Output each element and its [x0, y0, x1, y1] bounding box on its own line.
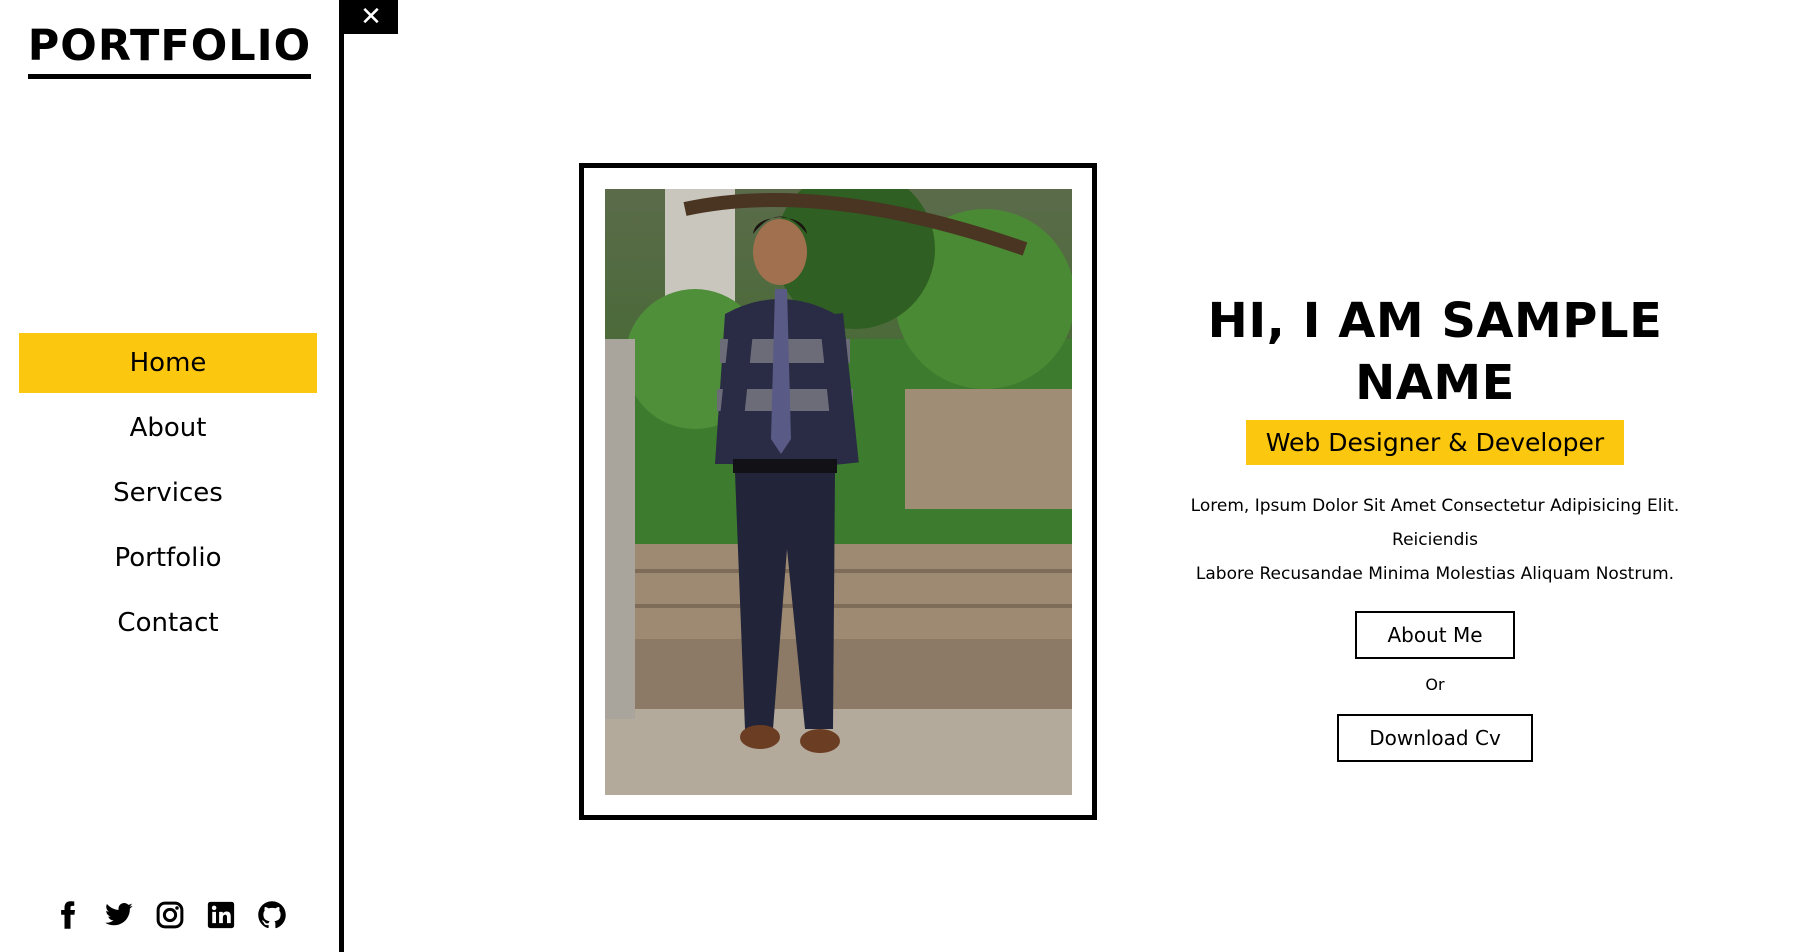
nav-item-label: Portfolio	[114, 543, 222, 573]
nav-item-home[interactable]: Home	[19, 333, 317, 393]
hero-intro: HI, I AM SAMPLE NAME Web Designer & Deve…	[1130, 290, 1740, 762]
nav-item-portfolio[interactable]: Portfolio	[19, 528, 317, 588]
social-links	[0, 900, 339, 930]
about-me-button[interactable]: About Me	[1355, 611, 1515, 659]
close-sidebar-button[interactable]: ✕	[344, 0, 398, 34]
hero-title: HI, I AM SAMPLE NAME	[1207, 293, 1663, 411]
github-icon[interactable]	[257, 900, 287, 930]
nav-item-label: Services	[113, 478, 223, 508]
sidebar: PORTFOLIO Home About Services Portfolio …	[0, 0, 344, 952]
main-nav: Home About Services Portfolio Contact	[19, 333, 317, 658]
linkedin-icon[interactable]	[206, 900, 236, 930]
nav-item-label: About	[129, 413, 207, 443]
close-icon: ✕	[360, 2, 382, 32]
facebook-icon[interactable]	[53, 900, 83, 930]
brand-logo[interactable]: PORTFOLIO	[27, 22, 312, 79]
profile-photo	[605, 189, 1072, 795]
or-separator: Or	[1425, 675, 1445, 694]
profile-photo-frame	[579, 163, 1097, 820]
nav-item-label: Home	[129, 348, 207, 378]
instagram-icon[interactable]	[155, 900, 185, 930]
hero-description-line: Labore Recusandae Minima Molestias Aliqu…	[1195, 564, 1675, 584]
nav-item-contact[interactable]: Contact	[19, 593, 317, 653]
role-badge: Web Designer & Developer	[1245, 420, 1625, 465]
hero-description-line: Lorem, Ipsum Dolor Sit Amet Consectetur …	[1190, 496, 1680, 550]
twitter-icon[interactable]	[104, 900, 134, 930]
brand: PORTFOLIO	[0, 22, 339, 79]
download-cv-button[interactable]: Download Cv	[1337, 714, 1533, 762]
nav-item-label: Contact	[117, 608, 219, 638]
nav-item-about[interactable]: About	[19, 398, 317, 458]
hero-description: Lorem, Ipsum Dolor Sit Amet Consectetur …	[1155, 489, 1715, 591]
nav-item-services[interactable]: Services	[19, 463, 317, 523]
